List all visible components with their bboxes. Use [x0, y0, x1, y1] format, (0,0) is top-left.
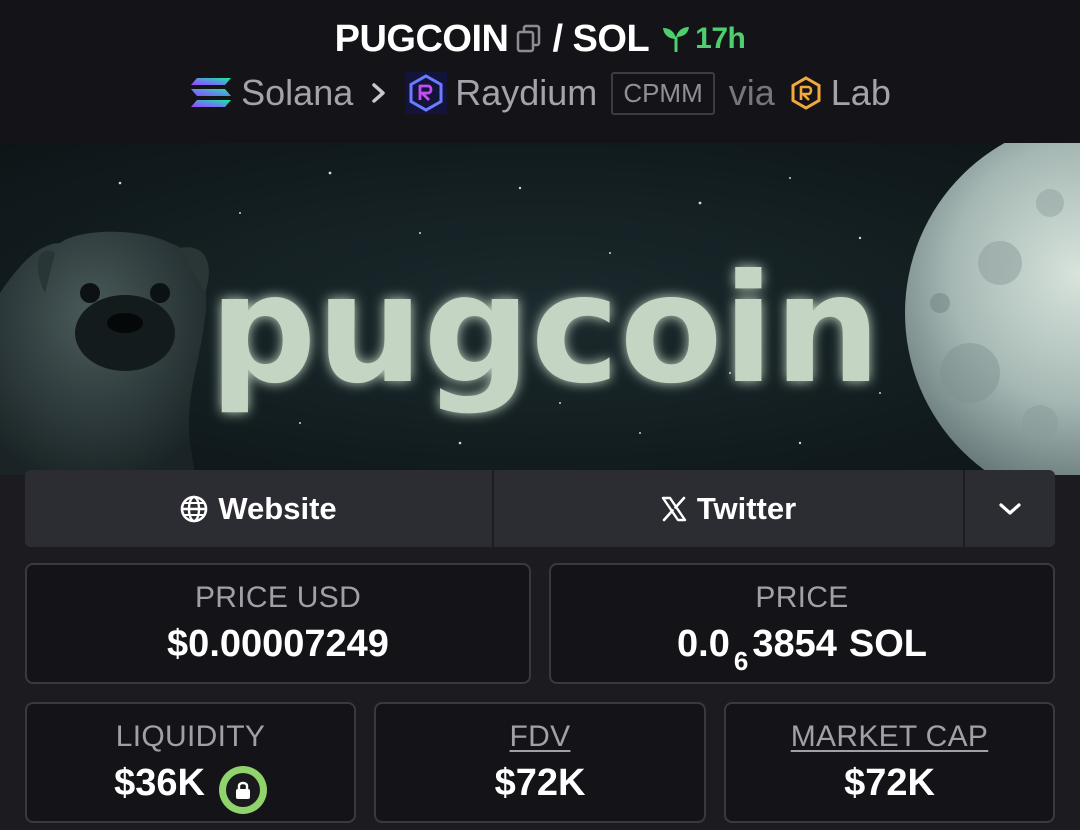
x-logo-icon: [661, 496, 687, 522]
pair-breadcrumb: Solana Raydium CPMM via Lab: [0, 70, 1080, 116]
market-cap-label[interactable]: MARKET CAP: [726, 720, 1053, 754]
solana-logo-icon: [189, 75, 233, 111]
price-native-zero-count: 6: [733, 646, 749, 676]
market-cap-value: $72K: [844, 762, 935, 804]
raydium-lab-logo-icon: [789, 76, 823, 110]
pool-type-badge: CPMM: [611, 71, 715, 115]
price-native-card: PRICE 0.0 6 3854 SOL: [549, 563, 1055, 684]
chevron-right-icon: [371, 82, 387, 104]
globe-icon: [180, 495, 208, 523]
website-label: Website: [218, 490, 337, 526]
banner-title: pugcoin: [209, 243, 881, 417]
raydium-logo-icon: [405, 72, 448, 114]
fdv-value: $72K: [494, 762, 586, 804]
token-symbol: PUGCOIN: [334, 17, 509, 60]
liquidity-label: LIQUIDITY: [115, 720, 266, 753]
social-links-bar: Website Twitter: [25, 470, 1055, 547]
website-button[interactable]: Website: [25, 470, 494, 547]
price-native-prefix: 0.0: [677, 623, 730, 665]
price-native-unit: SOL: [848, 623, 927, 665]
copy-icon[interactable]: [516, 24, 542, 54]
pug-illustration: [0, 231, 209, 475]
sprout-icon: [661, 26, 691, 52]
quote-symbol: SOL: [572, 17, 650, 60]
fdv-card: FDV $72K: [374, 702, 706, 823]
pair-header: PUGCOIN / SOL 17h Solana Raydium CPMM vi…: [0, 0, 1080, 143]
via-label: via: [728, 72, 775, 113]
launchpad-name[interactable]: Lab: [831, 72, 891, 114]
token-banner: pugcoin: [0, 143, 1080, 475]
more-links-dropdown[interactable]: [965, 470, 1055, 547]
chevron-down-icon: [998, 501, 1022, 517]
price-usd-value: $0.00007249: [167, 623, 389, 665]
pair-separator: /: [552, 17, 563, 60]
pair-age-badge: 17h: [661, 22, 746, 56]
breadcrumb-chain[interactable]: Solana: [241, 72, 353, 114]
lock-icon[interactable]: [218, 766, 267, 814]
liquidity-value: $36K: [114, 762, 205, 804]
price-usd-card: PRICE USD $0.00007249: [25, 563, 531, 684]
market-cap-card: MARKET CAP $72K: [724, 702, 1055, 823]
breadcrumb-dex[interactable]: Raydium: [455, 72, 597, 114]
pair-title: PUGCOIN / SOL 17h: [0, 14, 1080, 64]
pair-age: 17h: [695, 22, 746, 55]
price-native-label: PRICE: [755, 581, 849, 614]
price-native-digits: 3854: [752, 623, 837, 665]
twitter-button[interactable]: Twitter: [494, 470, 965, 547]
twitter-label: Twitter: [696, 490, 797, 526]
fdv-label[interactable]: FDV: [376, 720, 704, 754]
liquidity-value-row: $36K: [27, 762, 354, 814]
price-native-value: 0.0 6 3854 SOL: [551, 623, 1053, 676]
liquidity-card: LIQUIDITY $36K: [25, 702, 356, 823]
price-usd-label: PRICE USD: [194, 581, 362, 614]
